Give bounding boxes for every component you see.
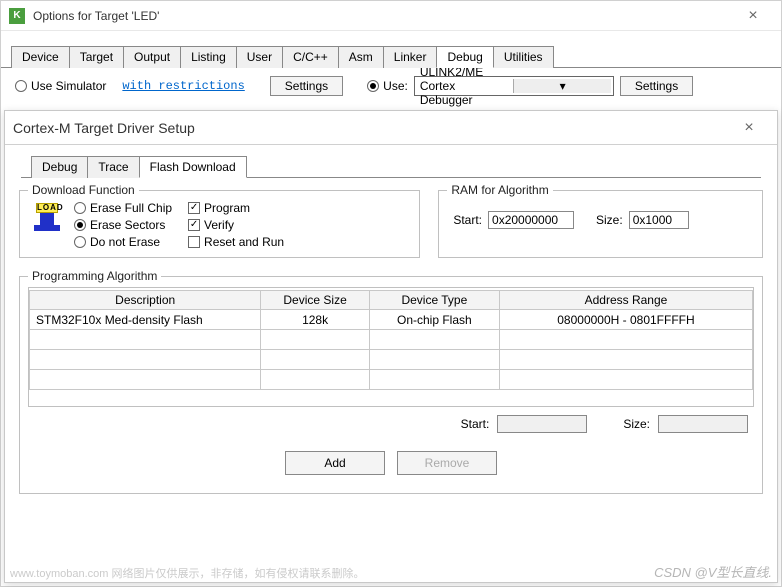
tab-cpp[interactable]: C/C++ — [282, 46, 339, 68]
col-device-type[interactable]: Device Type — [369, 291, 499, 310]
tab-dlg-flash[interactable]: Flash Download — [139, 156, 247, 178]
ram-size-label: Size: — [596, 213, 623, 227]
ram-group: RAM for Algorithm Start: 0x20000000 Size… — [438, 190, 763, 258]
window-title: Options for Target 'LED' — [33, 9, 733, 23]
erase-full-radio[interactable]: Erase Full Chip — [74, 201, 172, 215]
tab-debug[interactable]: Debug — [436, 46, 493, 68]
download-function-legend: Download Function — [28, 183, 139, 197]
algo-start-label: Start: — [461, 417, 490, 431]
add-button[interactable]: Add — [285, 451, 385, 475]
watermark-footer: www.toymoban.com 网络图片仅供展示，非存储，如有侵权请联系删除。 — [10, 565, 364, 581]
prog-algo-legend: Programming Algorithm — [28, 269, 161, 283]
settings-debugger-button[interactable]: Settings — [620, 76, 693, 96]
tab-asm[interactable]: Asm — [338, 46, 384, 68]
use-simulator-label: Use Simulator — [31, 79, 106, 93]
tab-output[interactable]: Output — [123, 46, 181, 68]
app-icon: K — [9, 8, 25, 24]
tab-dlg-debug[interactable]: Debug — [31, 156, 88, 178]
verify-checkbox[interactable]: Verify — [188, 218, 284, 232]
table-row[interactable]: STM32F10x Med-density Flash 128k On-chip… — [30, 310, 753, 330]
algo-size-label: Size: — [623, 417, 650, 431]
tab-user[interactable]: User — [236, 46, 283, 68]
remove-button[interactable]: Remove — [397, 451, 497, 475]
reset-run-checkbox[interactable]: Reset and Run — [188, 235, 284, 249]
cell-range: 08000000H - 0801FFFFH — [499, 310, 752, 330]
use-debugger-radio[interactable]: Use: — [367, 79, 408, 93]
use-label: Use: — [383, 79, 408, 93]
table-row — [30, 370, 753, 390]
col-device-size[interactable]: Device Size — [261, 291, 369, 310]
dialog-close-icon[interactable]: × — [729, 119, 769, 137]
cell-desc: STM32F10x Med-density Flash — [30, 310, 261, 330]
tab-utilities[interactable]: Utilities — [493, 46, 554, 68]
algo-table: Description Device Size Device Type Addr… — [29, 290, 753, 390]
settings-sim-button[interactable]: Settings — [270, 76, 343, 96]
cell-size: 128k — [261, 310, 369, 330]
radio-icon — [74, 236, 86, 248]
dialog-titlebar: Cortex-M Target Driver Setup × — [5, 111, 777, 145]
radio-icon — [74, 202, 86, 214]
algo-table-wrap[interactable]: Description Device Size Device Type Addr… — [28, 287, 754, 407]
erase-sectors-radio[interactable]: Erase Sectors — [74, 218, 172, 232]
restrictions-link[interactable]: with restrictions — [122, 79, 244, 93]
tab-target[interactable]: Target — [69, 46, 124, 68]
ram-size-input[interactable]: 0x1000 — [629, 211, 689, 229]
radio-icon — [15, 80, 27, 92]
debug-row: Use Simulator with restrictions Settings… — [1, 68, 781, 104]
watermark: CSDN @V型长直线. — [654, 562, 772, 581]
algo-start-input — [497, 415, 587, 433]
parent-tabs: Device Target Output Listing User C/C++ … — [1, 41, 781, 68]
cell-type: On-chip Flash — [369, 310, 499, 330]
algo-size-input — [658, 415, 748, 433]
tab-dlg-trace[interactable]: Trace — [87, 156, 139, 178]
col-description[interactable]: Description — [30, 291, 261, 310]
do-not-erase-radio[interactable]: Do not Erase — [74, 235, 172, 249]
debugger-select[interactable]: ULINK2/ME Cortex Debugger ▾ — [414, 76, 614, 96]
program-checkbox[interactable]: Program — [188, 201, 284, 215]
checkbox-icon — [188, 219, 200, 231]
checkbox-icon — [188, 202, 200, 214]
load-icon: LOAD — [30, 203, 64, 237]
parent-titlebar: K Options for Target 'LED' × — [1, 1, 781, 31]
radio-icon — [367, 80, 379, 92]
chevron-down-icon: ▾ — [513, 79, 611, 93]
driver-setup-dialog: Cortex-M Target Driver Setup × Debug Tra… — [4, 110, 778, 583]
col-address-range[interactable]: Address Range — [499, 291, 752, 310]
dialog-tabs: Debug Trace Flash Download — [21, 151, 761, 178]
download-function-group: Download Function LOAD Erase Full Chip E… — [19, 190, 420, 258]
table-row — [30, 350, 753, 370]
ram-legend: RAM for Algorithm — [447, 183, 552, 197]
table-row — [30, 330, 753, 350]
ram-start-input[interactable]: 0x20000000 — [488, 211, 574, 229]
ram-start-label: Start: — [453, 213, 482, 227]
checkbox-icon — [188, 236, 200, 248]
tab-device[interactable]: Device — [11, 46, 70, 68]
tab-listing[interactable]: Listing — [180, 46, 237, 68]
tab-linker[interactable]: Linker — [383, 46, 438, 68]
debugger-value: ULINK2/ME Cortex Debugger — [417, 65, 514, 107]
use-simulator-radio[interactable]: Use Simulator — [15, 79, 106, 93]
prog-algo-group: Programming Algorithm Description Device… — [19, 276, 763, 494]
close-icon[interactable]: × — [733, 7, 773, 25]
dialog-title: Cortex-M Target Driver Setup — [13, 120, 729, 136]
radio-icon — [74, 219, 86, 231]
